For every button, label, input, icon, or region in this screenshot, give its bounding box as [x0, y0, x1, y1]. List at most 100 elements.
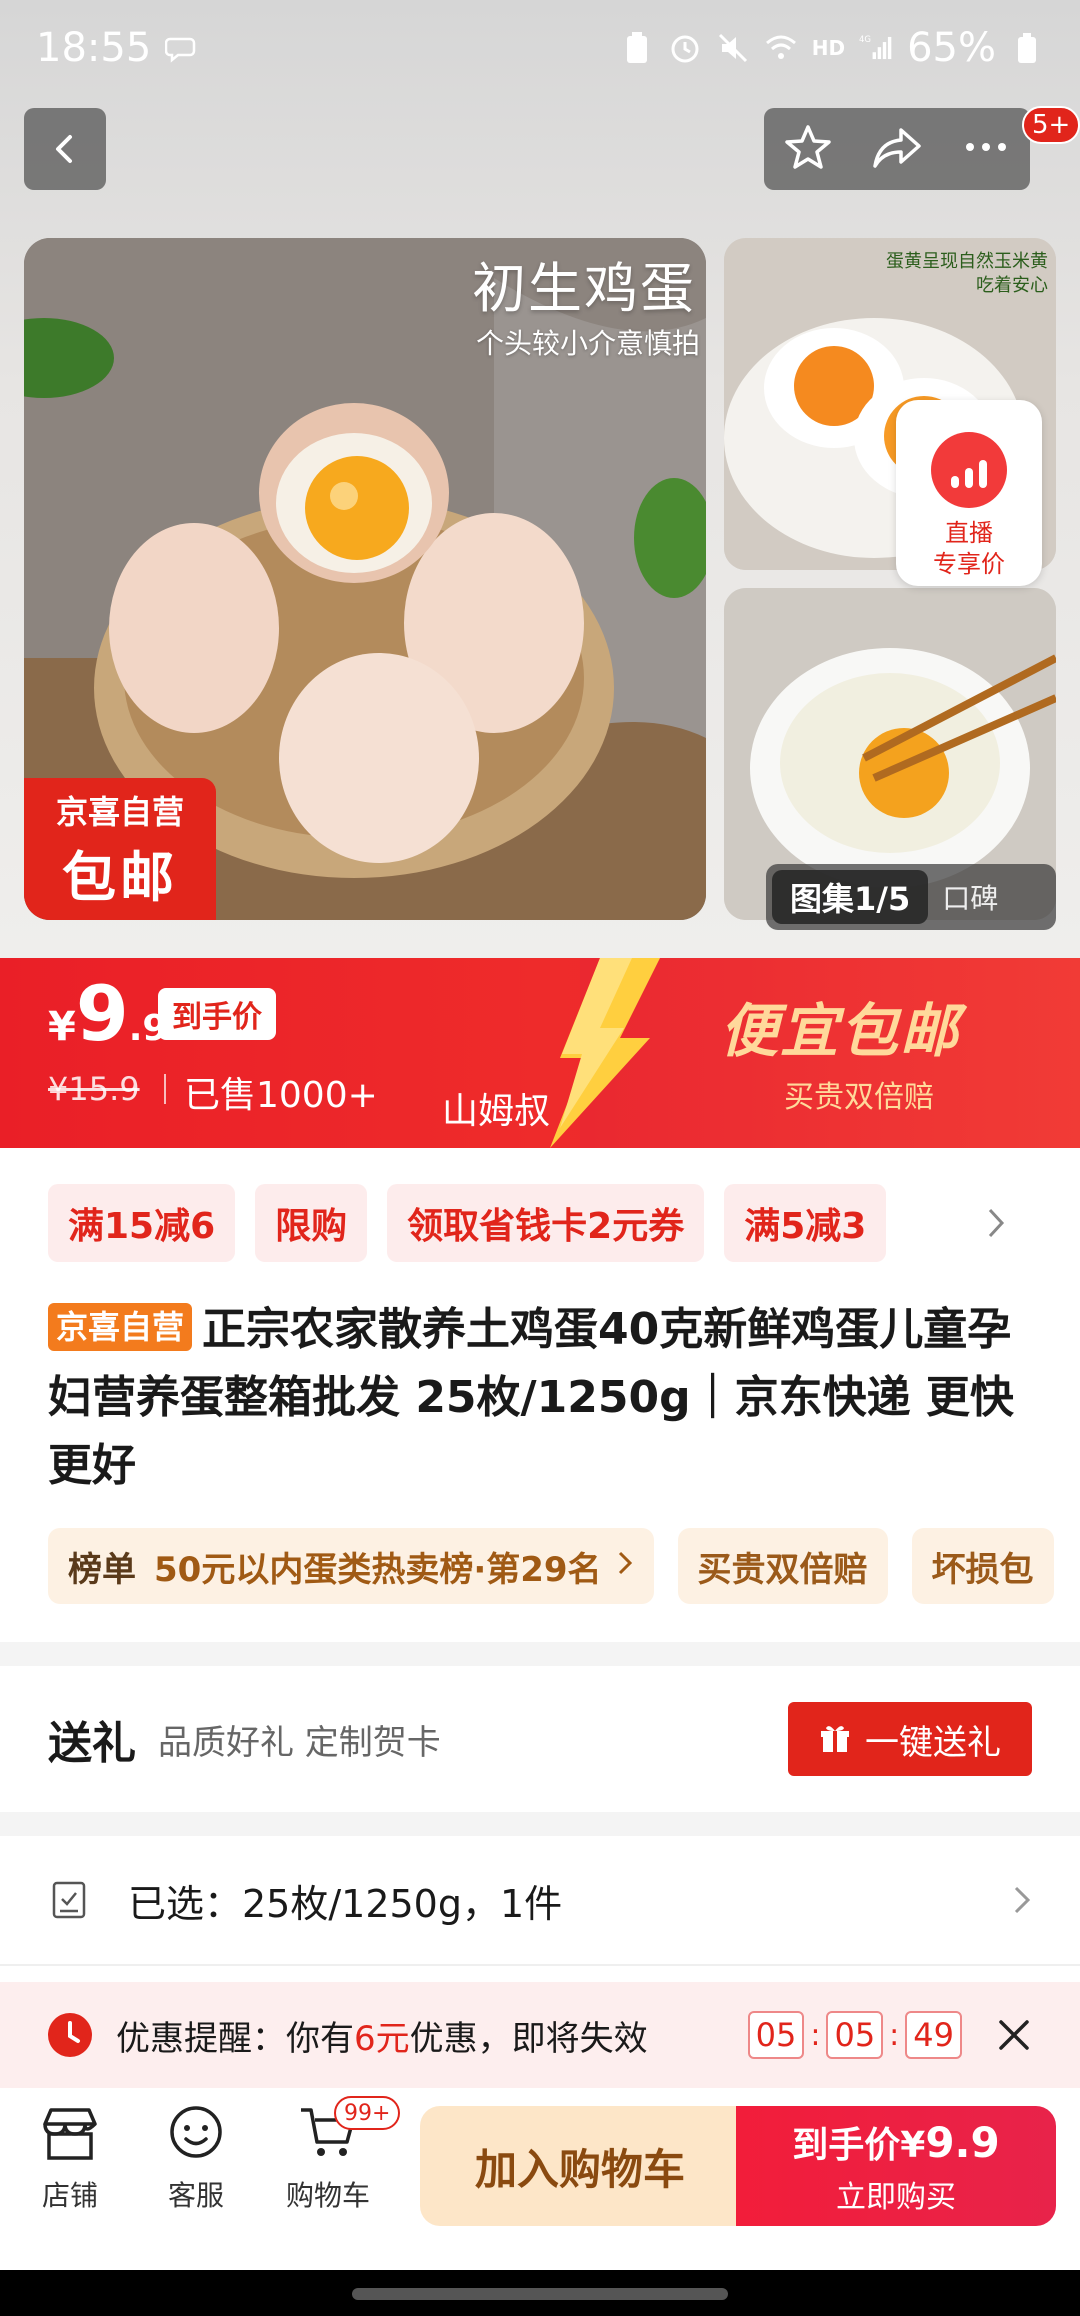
battery-percent: 65%	[907, 25, 996, 71]
current-price: ¥ 9 .9	[48, 976, 167, 1052]
cart-button[interactable]: 购物车 99+	[268, 2096, 401, 2214]
countdown-separator: :	[889, 2017, 900, 2053]
selected-spec-text: 已选：25枚/1250g，1件	[128, 1881, 563, 1926]
ranking-pill[interactable]: 榜单 50元以内蛋类热卖榜·第29名	[48, 1528, 654, 1604]
product-title: 京喜自营 正宗农家散养土鸡蛋40克新鲜鸡蛋儿童孕妇营养蛋整箱批发 25枚/1250…	[48, 1296, 1044, 1500]
live-stream-card[interactable]: 直播 专享价	[896, 400, 1042, 586]
store-label: 店铺	[41, 2179, 98, 2212]
tab-reviews[interactable]: 口碑	[928, 877, 1012, 917]
back-button[interactable]	[24, 108, 106, 190]
battery-saver-icon	[620, 31, 654, 65]
spec-selection-row[interactable]: 已选：25枚/1250g，1件	[0, 1836, 1080, 1966]
badge-bottom-text: 包邮	[62, 845, 178, 909]
wifi-icon	[764, 31, 798, 65]
coupon-item[interactable]: 满5减3	[724, 1184, 887, 1262]
tab-gallery[interactable]: 图集1/5	[772, 870, 929, 924]
close-icon[interactable]	[996, 2017, 1032, 2053]
original-price: ¥15.9	[48, 1070, 140, 1108]
countdown-separator: :	[810, 2017, 821, 2053]
coupons-more-chevron-icon[interactable]	[984, 1206, 1008, 1244]
cart-count-badge: 99+	[334, 2096, 401, 2130]
checklist-icon	[52, 1881, 86, 1919]
coupon-item[interactable]: 限购	[255, 1184, 368, 1262]
countdown-seconds: 49	[905, 2011, 962, 2059]
chevron-right-icon	[1014, 1886, 1031, 1914]
status-bar: 18:55 HD 4G 65%	[0, 0, 1080, 96]
reminder-amount: 6元	[354, 2018, 410, 2059]
customer-service-button[interactable]: 客服	[136, 2104, 256, 2214]
store-button[interactable]: 店铺	[10, 2104, 130, 2214]
section-divider	[0, 1812, 1080, 1836]
buy-price-prefix: 到手价¥	[792, 2125, 926, 2166]
product-tags-row: 榜单 50元以内蛋类热卖榜·第29名 买贵双倍赔 坏损包	[48, 1528, 1054, 1604]
damage-guarantee-tag[interactable]: 坏损包	[911, 1528, 1054, 1604]
ranking-text: 50元以内蛋类热卖榜·第29名	[154, 1549, 602, 1590]
chevron-right-icon	[616, 1546, 634, 1586]
image-subtitle: 个头较小介意慎拍	[475, 327, 700, 360]
price-currency: ¥	[48, 1004, 76, 1050]
reminder-text: 优惠提醒：你有6元优惠，即将失效	[116, 2011, 648, 2060]
customer-service-icon	[170, 2106, 222, 2158]
signal-icon: 4G	[859, 31, 893, 65]
message-badge: 5+	[1022, 106, 1080, 144]
price-integer: 9	[75, 969, 129, 1058]
discount-reminder-bar: 优惠提醒：你有6元优惠，即将失效 05 : 05 : 49	[0, 1982, 1080, 2088]
sold-count: 已售1000+	[184, 1075, 378, 1116]
badge-top-text: 京喜自营	[55, 792, 184, 831]
promo-subtitle: 买贵双倍赔	[784, 1080, 934, 1115]
price-guarantee-tag[interactable]: 买贵双倍赔	[677, 1528, 888, 1604]
reminder-suffix: 优惠，即将失效	[409, 2018, 648, 2059]
gift-row: 送礼 品质好礼 定制贺卡 一键送礼	[0, 1666, 1080, 1812]
watermark-text: 山姆叔	[442, 1091, 551, 1132]
coupon-list: 满15减6 限购 领取省钱卡2元券 满5减3	[48, 1184, 887, 1262]
share-icon[interactable]	[871, 122, 923, 176]
mute-icon	[716, 31, 750, 65]
alarm-icon	[668, 31, 702, 65]
live-bars-icon	[931, 432, 1007, 508]
live-label-line2: 专享价	[933, 550, 1005, 579]
price-divider	[164, 1074, 166, 1104]
header-actions	[764, 108, 1030, 190]
status-time: 18:55	[36, 25, 152, 71]
final-price-tag: 到手价	[158, 988, 276, 1040]
buy-price-value: 9.9	[925, 2118, 1000, 2167]
send-gift-label: 一键送礼	[865, 1722, 1001, 1763]
price-banner: ¥ 9 .9 到手价 ¥15.9 已售1000+ 山姆叔 便宜包邮 买贵双倍赔	[0, 958, 1080, 1148]
thumbnail-caption: 蛋黄呈现自然玉米黄 吃着安心	[886, 250, 1048, 299]
buy-now-label: 立即购买	[836, 2180, 956, 2215]
home-indicator[interactable]	[352, 2288, 728, 2300]
battery-icon	[1010, 31, 1044, 65]
more-menu-icon[interactable]	[961, 122, 1011, 176]
send-gift-button[interactable]: 一键送礼	[788, 1702, 1032, 1776]
chat-bubble-icon	[165, 31, 199, 65]
promo-title: 便宜包邮	[720, 997, 961, 1065]
countdown-timer: 05 : 05 : 49	[747, 2011, 962, 2059]
clock-icon	[48, 2013, 92, 2057]
store-icon	[43, 2108, 97, 2160]
gift-label: 送礼	[48, 1718, 136, 1769]
hd-indicator: HD	[811, 36, 846, 60]
cart-label: 购物车	[285, 2179, 370, 2212]
add-to-cart-button[interactable]: 加入购物车	[420, 2106, 740, 2226]
gallery-tabs: 图集1/5 口碑	[766, 864, 1056, 930]
customer-service-label: 客服	[167, 2179, 224, 2212]
product-title-text: 正宗农家散养土鸡蛋40克新鲜鸡蛋儿童孕妇营养蛋整箱批发 25枚/1250g｜京东…	[48, 1304, 1014, 1491]
gift-icon	[821, 1726, 849, 1752]
ranking-label: 榜单	[68, 1549, 136, 1590]
buy-price-line: 到手价¥9.9	[792, 2116, 999, 2168]
buy-now-button[interactable]: 到手价¥9.9 立即购买	[736, 2106, 1056, 2226]
thumbnail-caption-line2: 吃着安心	[976, 275, 1048, 297]
favorite-star-icon[interactable]	[783, 122, 833, 176]
gift-subtitle: 品质好礼 定制贺卡	[158, 1722, 441, 1763]
self-operated-tag: 京喜自营	[48, 1303, 193, 1351]
coupon-item[interactable]: 满15减6	[48, 1184, 236, 1262]
jingxi-badge: 京喜自营 包邮	[24, 778, 216, 920]
live-label: 直播 专享价	[933, 518, 1005, 580]
countdown-hours: 05	[747, 2011, 805, 2059]
live-label-line1: 直播	[945, 519, 993, 547]
product-main-image[interactable]: 初生鸡蛋 个头较小介意慎拍 京喜自营 包邮	[24, 238, 706, 920]
back-arrow-icon	[56, 135, 72, 163]
coupon-item[interactable]: 领取省钱卡2元券	[387, 1184, 705, 1262]
thumbnail-caption-line1: 蛋黄呈现自然玉米黄	[886, 251, 1048, 272]
countdown-minutes: 05	[826, 2011, 884, 2059]
